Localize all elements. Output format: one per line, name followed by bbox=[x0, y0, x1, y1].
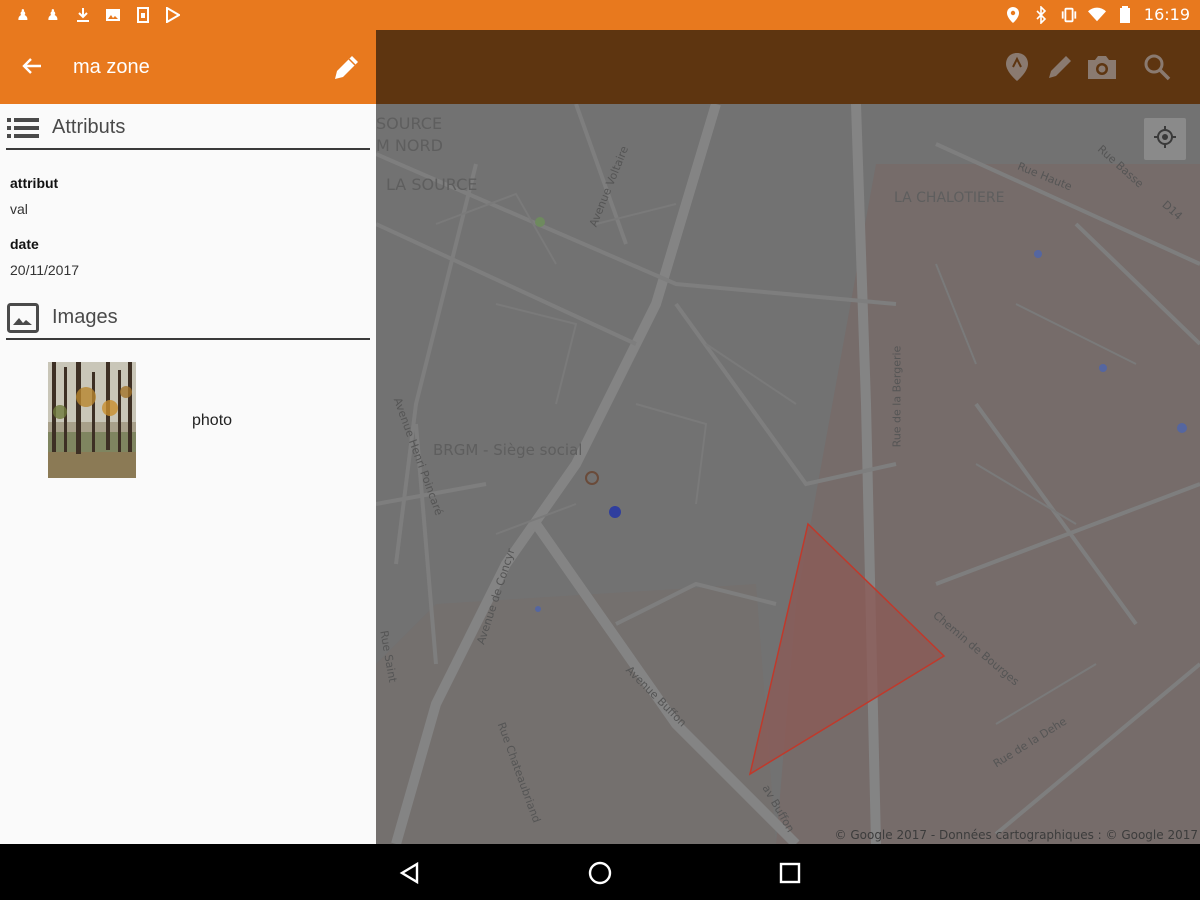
notification-icons: ♟ ♟ bbox=[14, 6, 182, 24]
map-pin-icon[interactable] bbox=[1000, 50, 1034, 84]
image-icon bbox=[104, 6, 122, 24]
status-bar: ♟ ♟ 16:19 bbox=[0, 0, 1200, 30]
search-icon[interactable] bbox=[1140, 50, 1174, 84]
navigation-bar bbox=[0, 844, 1200, 900]
nav-recents-icon[interactable] bbox=[775, 858, 805, 888]
section-divider bbox=[6, 148, 370, 150]
edit-pencil-icon[interactable] bbox=[330, 50, 364, 84]
image-icon bbox=[6, 303, 40, 333]
back-arrow-icon[interactable] bbox=[18, 52, 46, 80]
street-label: Rue de la Bergerie bbox=[890, 345, 904, 448]
my-location-button[interactable] bbox=[1144, 118, 1186, 160]
battery-icon bbox=[1116, 5, 1134, 24]
vibrate-icon bbox=[1060, 6, 1078, 24]
list-icon bbox=[6, 114, 40, 142]
map-toolbar bbox=[376, 30, 1200, 104]
attribute-value: val bbox=[10, 201, 28, 217]
map-label: LA CHALOTIERE bbox=[894, 190, 1005, 206]
play-store-icon bbox=[164, 6, 182, 24]
bluetooth-icon bbox=[1032, 5, 1050, 24]
clock: 16:19 bbox=[1143, 5, 1190, 24]
image-list-item[interactable]: photo bbox=[0, 360, 376, 478]
map-label: LA SOURCE bbox=[386, 175, 478, 194]
system-icons: 16:19 bbox=[1004, 5, 1190, 24]
map-label: M NORD bbox=[376, 136, 443, 155]
pawn-icon: ♟ bbox=[46, 6, 60, 24]
wifi-icon bbox=[1087, 6, 1106, 24]
images-section-header: Images bbox=[0, 294, 376, 340]
feature-detail-panel: ma zone Attributs attribut val date 20/1… bbox=[0, 30, 376, 844]
attributes-section-title: Attributs bbox=[52, 116, 126, 138]
nav-home-icon[interactable] bbox=[585, 858, 615, 888]
download-icon bbox=[74, 6, 92, 24]
attribute-value: 20/11/2017 bbox=[10, 262, 80, 278]
attribute-name: date bbox=[10, 236, 39, 252]
panel-header: ma zone bbox=[0, 30, 376, 104]
photo-label: photo bbox=[192, 412, 233, 429]
pencil-icon[interactable] bbox=[1043, 50, 1077, 84]
pawn-icon: ♟ bbox=[16, 6, 30, 24]
location-icon bbox=[1004, 6, 1022, 24]
map-copyright: © Google 2017 - Données cartographiques … bbox=[834, 828, 1198, 842]
map-label: SOURCE bbox=[376, 114, 443, 133]
attributes-section-header: Attributs bbox=[0, 104, 376, 150]
camera-icon[interactable] bbox=[1085, 50, 1119, 84]
sim-icon bbox=[134, 6, 152, 24]
crosshair-icon bbox=[1153, 125, 1177, 154]
nav-back-icon[interactable] bbox=[395, 858, 425, 888]
poi-label: BRGM - Siège social bbox=[433, 441, 583, 459]
map-view[interactable]: SOURCE M NORD LA SOURCE LA CHALOTIERE BR… bbox=[376, 30, 1200, 844]
panel-title: ma zone bbox=[73, 56, 150, 78]
images-section-title: Images bbox=[52, 306, 118, 328]
photo-thumbnail[interactable] bbox=[48, 362, 136, 478]
attribute-name: attribut bbox=[10, 175, 59, 191]
section-divider bbox=[6, 338, 370, 340]
